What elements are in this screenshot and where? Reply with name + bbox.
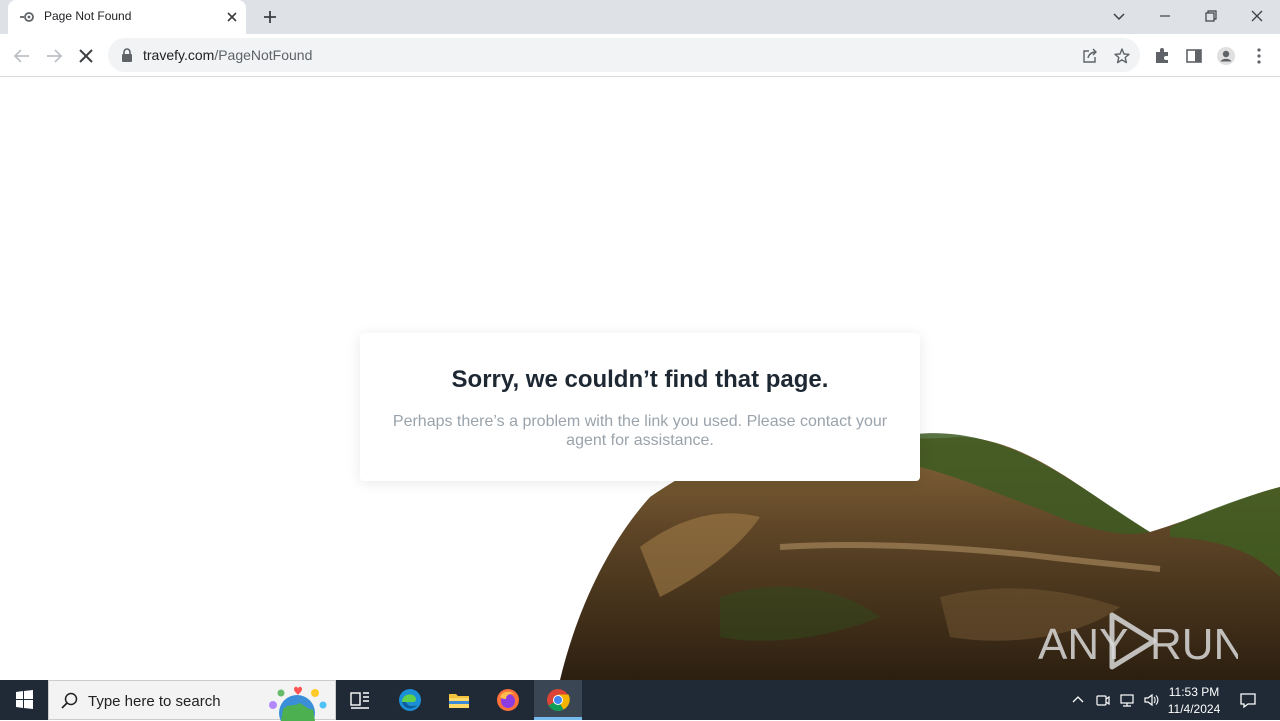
chrome-icon <box>547 689 570 711</box>
close-tab-icon[interactable] <box>224 9 240 25</box>
search-placeholder: Type here to search <box>88 693 221 710</box>
taskbar-task-view[interactable] <box>336 680 384 720</box>
error-heading: Sorry, we couldn’t find that page. <box>451 366 829 393</box>
network-icon[interactable] <box>1119 692 1135 708</box>
show-hidden-icons-chevron-icon[interactable] <box>1070 692 1086 708</box>
clock-time: 11:53 PM <box>1168 685 1220 699</box>
menu-kebab-icon[interactable] <box>1249 46 1269 66</box>
taskbar-search-box[interactable]: Type here to search <box>48 680 336 721</box>
clock-date: 11/4/2024 <box>1167 702 1221 716</box>
error-message: Perhaps there’s a problem with the link … <box>392 413 888 449</box>
windows-taskbar: Type here to search 11:53 PM 11/4/2024 <box>0 680 1280 721</box>
page-content: Sorry, we couldn’t find that page. Perha… <box>0 77 1280 680</box>
new-tab-icon[interactable] <box>260 7 280 27</box>
tab-strip: Page Not Found <box>0 0 1280 34</box>
volume-icon[interactable] <box>1143 692 1159 708</box>
taskbar-chrome[interactable] <box>534 680 582 720</box>
restore-icon[interactable] <box>1201 6 1221 26</box>
windows-start-icon[interactable] <box>0 680 48 720</box>
url-path: /PageNotFound <box>214 47 313 63</box>
taskbar-firefox[interactable] <box>484 680 532 720</box>
lock-icon[interactable] <box>121 48 133 62</box>
minimize-icon[interactable] <box>1155 6 1175 26</box>
tab-title: Page Not Found <box>44 9 132 23</box>
firefox-icon <box>497 689 519 711</box>
bookmark-star-icon[interactable] <box>1113 47 1131 65</box>
anyrun-watermark-logo: ANY RUN <box>1038 612 1238 670</box>
tab-page-not-found[interactable]: Page Not Found <box>8 0 246 34</box>
taskbar-file-explorer[interactable] <box>435 680 483 720</box>
search-icon <box>61 692 78 709</box>
extensions-puzzle-icon[interactable] <box>1152 46 1172 66</box>
error-card: Sorry, we couldn’t find that page. Perha… <box>360 333 920 481</box>
side-panel-icon[interactable] <box>1184 46 1204 66</box>
close-window-icon[interactable] <box>1247 6 1267 26</box>
url-text[interactable]: travefy.com/PageNotFound <box>143 47 312 63</box>
task-view-icon <box>350 692 369 709</box>
notifications-icon[interactable] <box>1238 690 1258 710</box>
address-bar[interactable]: travefy.com/PageNotFound <box>108 38 1140 72</box>
loading-favicon-icon <box>20 12 34 22</box>
search-highlight-globe-icon <box>269 686 327 721</box>
share-icon[interactable] <box>1081 47 1099 65</box>
folder-icon <box>449 694 469 708</box>
meet-now-icon[interactable] <box>1095 692 1111 708</box>
url-domain: travefy.com <box>143 47 215 63</box>
watermark-right-text: RUN <box>1150 620 1238 669</box>
taskbar-edge[interactable] <box>386 680 434 720</box>
edge-icon <box>399 689 421 711</box>
browser-toolbar: travefy.com/PageNotFound <box>0 34 1280 77</box>
watermark-left-text: ANY <box>1038 620 1128 669</box>
profile-avatar-icon[interactable] <box>1216 46 1236 66</box>
tab-search-chevron-icon[interactable] <box>1109 6 1129 26</box>
stop-loading-icon[interactable] <box>75 45 97 67</box>
forward-arrow-icon[interactable] <box>43 45 65 67</box>
system-clock[interactable]: 11:53 PM 11/4/2024 <box>1162 684 1226 718</box>
back-arrow-icon[interactable] <box>11 45 33 67</box>
